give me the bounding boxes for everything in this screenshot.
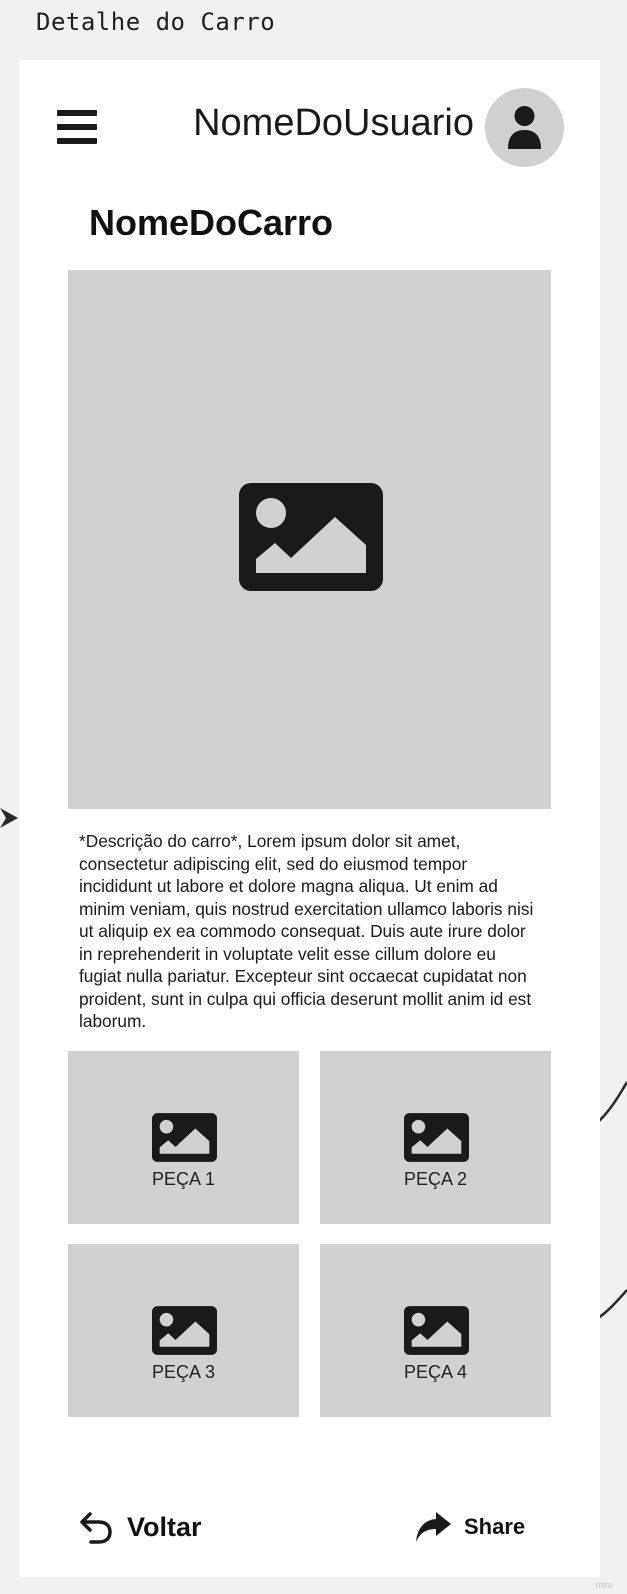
avatar[interactable]: [485, 88, 564, 167]
undo-arrow-icon: [80, 1512, 112, 1544]
back-button-label: Voltar: [127, 1511, 202, 1542]
part-label: PEÇA 3: [151, 1362, 216, 1382]
hamburger-menu-icon[interactable]: [57, 110, 97, 144]
car-name-heading: NomeDoCarro: [89, 202, 334, 243]
car-image: [68, 270, 551, 809]
user-icon: [508, 106, 541, 149]
back-button[interactable]: Voltar: [79, 1507, 202, 1547]
image-placeholder-icon: [404, 1306, 469, 1355]
part-card-1[interactable]: PEÇA 1: [68, 1051, 299, 1224]
part-label: PEÇA 2: [403, 1169, 468, 1189]
image-placeholder-icon: [152, 1113, 217, 1162]
part-label: PEÇA 4: [403, 1362, 468, 1382]
share-button-label: Share: [464, 1514, 526, 1539]
image-placeholder-icon: [152, 1306, 217, 1355]
part-card-3[interactable]: PEÇA 3: [68, 1244, 299, 1417]
share-arrow-icon: [416, 1512, 451, 1542]
image-placeholder-icon: [239, 483, 383, 591]
part-label: PEÇA 1: [151, 1169, 216, 1189]
share-button[interactable]: Share: [414, 1507, 525, 1547]
frame-title: Detalhe do Carro: [36, 8, 276, 36]
username-label: NomeDoUsuario: [193, 102, 474, 144]
phone-screen: NomeDoUsuario NomeDoCarro *Descrição do …: [19, 60, 600, 1577]
car-description: *Descrição do carro*, Lorem ipsum dolor …: [79, 831, 534, 1031]
image-placeholder-icon: [404, 1113, 469, 1162]
part-card-4[interactable]: PEÇA 4: [320, 1244, 551, 1417]
part-card-2[interactable]: PEÇA 2: [320, 1051, 551, 1224]
watermark: miro: [595, 1580, 614, 1590]
connector-arrowhead-left: [0, 808, 18, 828]
